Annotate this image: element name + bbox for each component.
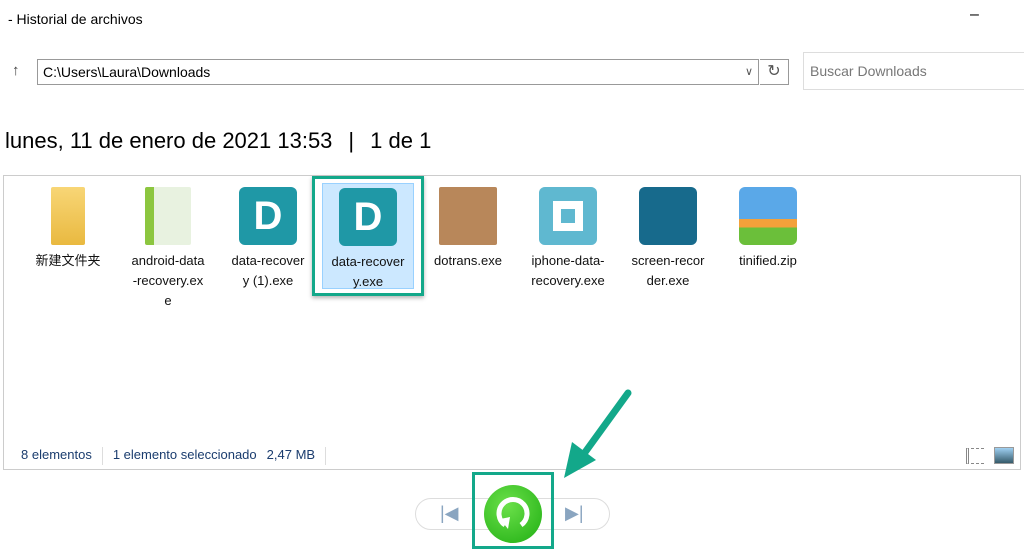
archive-icon: [739, 187, 797, 245]
large-icons-view-icon[interactable]: [994, 447, 1014, 464]
file-name: tinified.zip: [739, 253, 797, 268]
android-app-icon: [145, 187, 191, 245]
file-name: android-data-recovery.exe: [131, 253, 205, 308]
previous-version-button[interactable]: |◀: [440, 503, 459, 524]
backup-date-header: lunes, 11 de enero de 2021 13:53 | 1 de 1: [5, 128, 431, 154]
status-bar: 8 elementos 1 elemento seleccionado 2,47 M…: [21, 447, 336, 465]
file-name: data-recovery (1).exe: [231, 253, 305, 288]
chevron-down-icon[interactable]: ∨: [745, 60, 753, 84]
box-icon: [439, 187, 497, 245]
file-item[interactable]: dotrans.exe: [422, 183, 514, 303]
file-name: screen-recorder.exe: [631, 253, 705, 288]
ring-icon: [539, 187, 597, 245]
next-version-button[interactable]: ▶|: [565, 503, 584, 524]
item-count: 8 elementos: [21, 447, 92, 463]
file-item[interactable]: iphone-data-recovery.exe: [522, 183, 614, 303]
page-indicator: 1 de 1: [370, 128, 432, 153]
file-item[interactable]: screen-recorder.exe: [622, 183, 714, 303]
up-arrow-icon[interactable]: ↑: [12, 62, 20, 79]
selection-count: 1 elemento seleccionado: [112, 447, 257, 463]
camera-icon: [639, 187, 697, 245]
selection-highlight-box: [312, 176, 424, 296]
separator: |: [348, 128, 355, 153]
file-item[interactable]: android-data-recovery.exe: [122, 183, 214, 308]
window-title: - Historial de archivos: [8, 11, 143, 27]
data-recovery-icon: D: [239, 187, 297, 245]
search-input[interactable]: Buscar Downloads: [803, 52, 1024, 90]
refresh-button[interactable]: ↻: [760, 59, 789, 85]
backup-date: lunes, 11 de enero de 2021 13:53: [5, 128, 333, 153]
restore-highlight-box: [472, 472, 554, 549]
pointer-arrow: [564, 389, 632, 478]
file-name: iphone-data-recovery.exe: [531, 253, 605, 288]
file-item[interactable]: tinified.zip: [722, 183, 814, 303]
file-item[interactable]: Ddata-recovery (1).exe: [222, 183, 314, 303]
selection-size: 2,47 MB: [266, 447, 316, 463]
view-toggle: [966, 447, 1014, 469]
details-view-icon[interactable]: [966, 448, 984, 464]
address-bar[interactable]: C:\Users\Laura\Downloads ∨: [37, 59, 759, 85]
minimize-button[interactable]: –: [970, 6, 979, 24]
file-name: dotrans.exe: [434, 253, 502, 268]
file-name: 新建文件夹: [35, 253, 101, 268]
folder-icon: [51, 187, 85, 245]
file-item[interactable]: 新建文件夹: [22, 183, 114, 303]
address-path: C:\Users\Laura\Downloads: [43, 64, 211, 80]
